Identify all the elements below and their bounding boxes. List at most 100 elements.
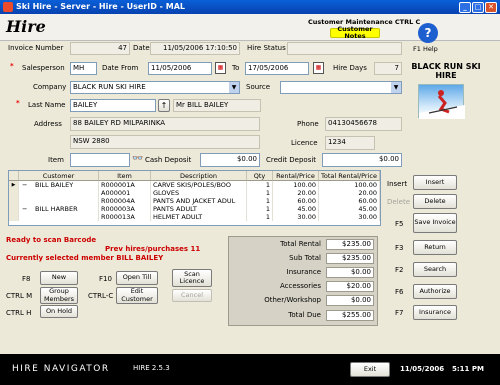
other-workshop-value: $0.00 <box>326 295 374 306</box>
cell-item: R000001A <box>99 181 151 189</box>
open-till-button[interactable]: Open Till <box>116 271 158 285</box>
licence-label: Licence <box>291 139 318 147</box>
company-select[interactable]: BLACK RUN SKI HIRE ▼ <box>70 81 240 94</box>
insert-button[interactable]: Insert <box>413 175 457 190</box>
row-selector[interactable] <box>9 213 19 221</box>
required-marker: * <box>16 99 20 107</box>
authorize-button[interactable]: Authorize <box>413 284 457 299</box>
cell-qty: 1 <box>247 197 273 205</box>
source-label: Source <box>246 83 271 91</box>
salesperson-field[interactable]: MH <box>70 62 97 75</box>
last-name-field[interactable]: BAILEY <box>70 99 156 112</box>
edit-customer-button[interactable]: Edit Customer <box>116 287 158 304</box>
customer-notes-button[interactable]: Customer Notes <box>330 25 380 40</box>
group-key-label: CTRL M <box>6 292 33 300</box>
table-row[interactable]: A000001 GLOVES 1 20.00 20.00 <box>9 189 380 197</box>
col-header-item[interactable]: Item <box>99 171 151 181</box>
col-header-total-rental-price[interactable]: Total Rental/Price <box>319 171 380 181</box>
date-from-field[interactable]: 11/05/2006 <box>148 62 212 75</box>
col-header-customer[interactable]: Customer <box>19 171 99 181</box>
delete-key-label: Delete <box>387 198 410 206</box>
insurance-total-value: $0.00 <box>326 267 374 278</box>
cell-total: 60.00 <box>319 197 380 205</box>
cash-deposit-field[interactable]: $0.00 <box>200 153 260 167</box>
cell-price: 100.00 <box>273 181 319 189</box>
col-header-qty[interactable]: Qty <box>247 171 273 181</box>
address-label: Address <box>34 120 62 128</box>
row-selector[interactable] <box>9 189 19 197</box>
source-select[interactable]: ▼ <box>280 81 402 94</box>
cell-customer: BILL HARBER <box>19 205 99 213</box>
cell-desc: GLOVES <box>151 189 247 197</box>
item-label: Item <box>48 156 64 164</box>
phone-label: Phone <box>297 120 319 128</box>
cell-qty: 1 <box>247 213 273 221</box>
totals-panel: Total Rental $235.00 Sub Total $235.00 I… <box>228 236 378 326</box>
help-icon: ? <box>418 23 438 43</box>
insurance-key-label: F7 <box>395 309 404 317</box>
col-header-rental-price[interactable]: Rental/Price <box>273 171 319 181</box>
page-title: Hire <box>6 17 46 36</box>
new-button[interactable]: New <box>40 271 78 285</box>
table-row[interactable]: ▶ − BILL BAILEY R000001A CARVE SKIS/POLES/BO… <box>9 181 380 189</box>
insurance-button[interactable]: Insurance <box>413 305 457 320</box>
close-button[interactable]: ✕ <box>485 1 497 13</box>
cell-desc: PANTS ADULT <box>151 205 247 213</box>
table-corner <box>9 171 19 181</box>
status-bar: HIRE NAVIGATOR HIRE 2.5.3 Exit 11/05/200… <box>0 354 500 385</box>
skier-image <box>418 84 465 119</box>
binoculars-icon[interactable]: 👓 <box>132 153 143 165</box>
cancel-button[interactable]: Cancel <box>172 289 212 302</box>
save-key-label: F5 <box>395 220 404 228</box>
date-from-calendar-icon[interactable]: ▦ <box>215 62 226 74</box>
scan-licence-button[interactable]: Scan Licence <box>172 269 212 287</box>
group-members-button[interactable]: Group Members <box>40 287 78 304</box>
app-icon <box>3 2 13 12</box>
accessories-value: $20.00 <box>326 281 374 292</box>
authorize-key-label: F6 <box>395 288 404 296</box>
save-invoice-button[interactable]: Save Invoice <box>413 213 457 233</box>
table-row[interactable]: R000004A PANTS AND JACKET ADUL 1 60.00 60.00 <box>9 197 380 205</box>
prev-hires-message: Prev hires/purchases 11 <box>105 245 201 253</box>
table-row[interactable]: R000013A HELMET ADULT 1 30.00 30.00 <box>9 213 380 221</box>
on-hold-button[interactable]: On Hold <box>40 305 78 318</box>
help-button[interactable]: ? F1 Help <box>412 23 444 55</box>
app-name: HIRE NAVIGATOR <box>12 364 110 374</box>
cell-total: 30.00 <box>319 213 380 221</box>
item-input[interactable] <box>70 153 130 167</box>
exit-button[interactable]: Exit <box>350 362 390 377</box>
hold-key-label: CTRL H <box>6 309 32 317</box>
version-label: HIRE 2.5.3 <box>133 364 170 372</box>
selected-member-message: Currently selected member BILL BAILEY <box>6 254 164 262</box>
row-selector[interactable] <box>9 205 19 213</box>
credit-deposit-field[interactable]: $0.00 <box>322 153 402 167</box>
company-value: BLACK RUN SKI HIRE <box>73 83 146 91</box>
table-row[interactable]: − BILL HARBER R000003A PANTS ADULT 1 45.00 45.… <box>9 205 380 213</box>
return-button[interactable]: Return <box>413 240 457 255</box>
brand-logo: BLACK RUN SKI HIRE <box>406 62 486 80</box>
delete-button[interactable]: Delete <box>413 194 457 209</box>
row-selector[interactable] <box>9 197 19 205</box>
maximize-button[interactable]: □ <box>472 1 484 13</box>
date-to-field[interactable]: 17/05/2006 <box>245 62 309 75</box>
customer-lookup-button[interactable]: ↑ <box>158 99 170 112</box>
new-key-label: F8 <box>22 275 31 283</box>
search-button[interactable]: Search <box>413 262 457 277</box>
phone-field: 04130456678 <box>325 117 402 131</box>
hire-items-table[interactable]: Customer Item Description Qty Rental/Pri… <box>8 170 381 226</box>
cell-item: A000001 <box>99 189 151 197</box>
help-label: F1 Help <box>413 45 438 53</box>
address-line1-field: 88 BAILEY RD MILPARINKA <box>70 117 260 131</box>
row-selector[interactable]: ▶ <box>9 181 19 189</box>
date-field: 11/05/2006 17:10:50 <box>150 42 240 55</box>
insurance-total-label: Insurance <box>286 268 321 276</box>
date-label: Date <box>133 44 150 52</box>
other-workshop-label: Other/Workshop <box>264 296 321 304</box>
date-to-calendar-icon[interactable]: ▦ <box>313 62 324 74</box>
minimize-button[interactable]: _ <box>459 1 471 13</box>
window-titlebar: Ski Hire - Server - Hire - UserID - MAL … <box>0 0 500 14</box>
sub-total-value: $235.00 <box>326 253 374 264</box>
insert-key-label: Insert <box>387 180 408 188</box>
cell-item: R000013A <box>99 213 151 221</box>
col-header-description[interactable]: Description <box>151 171 247 181</box>
